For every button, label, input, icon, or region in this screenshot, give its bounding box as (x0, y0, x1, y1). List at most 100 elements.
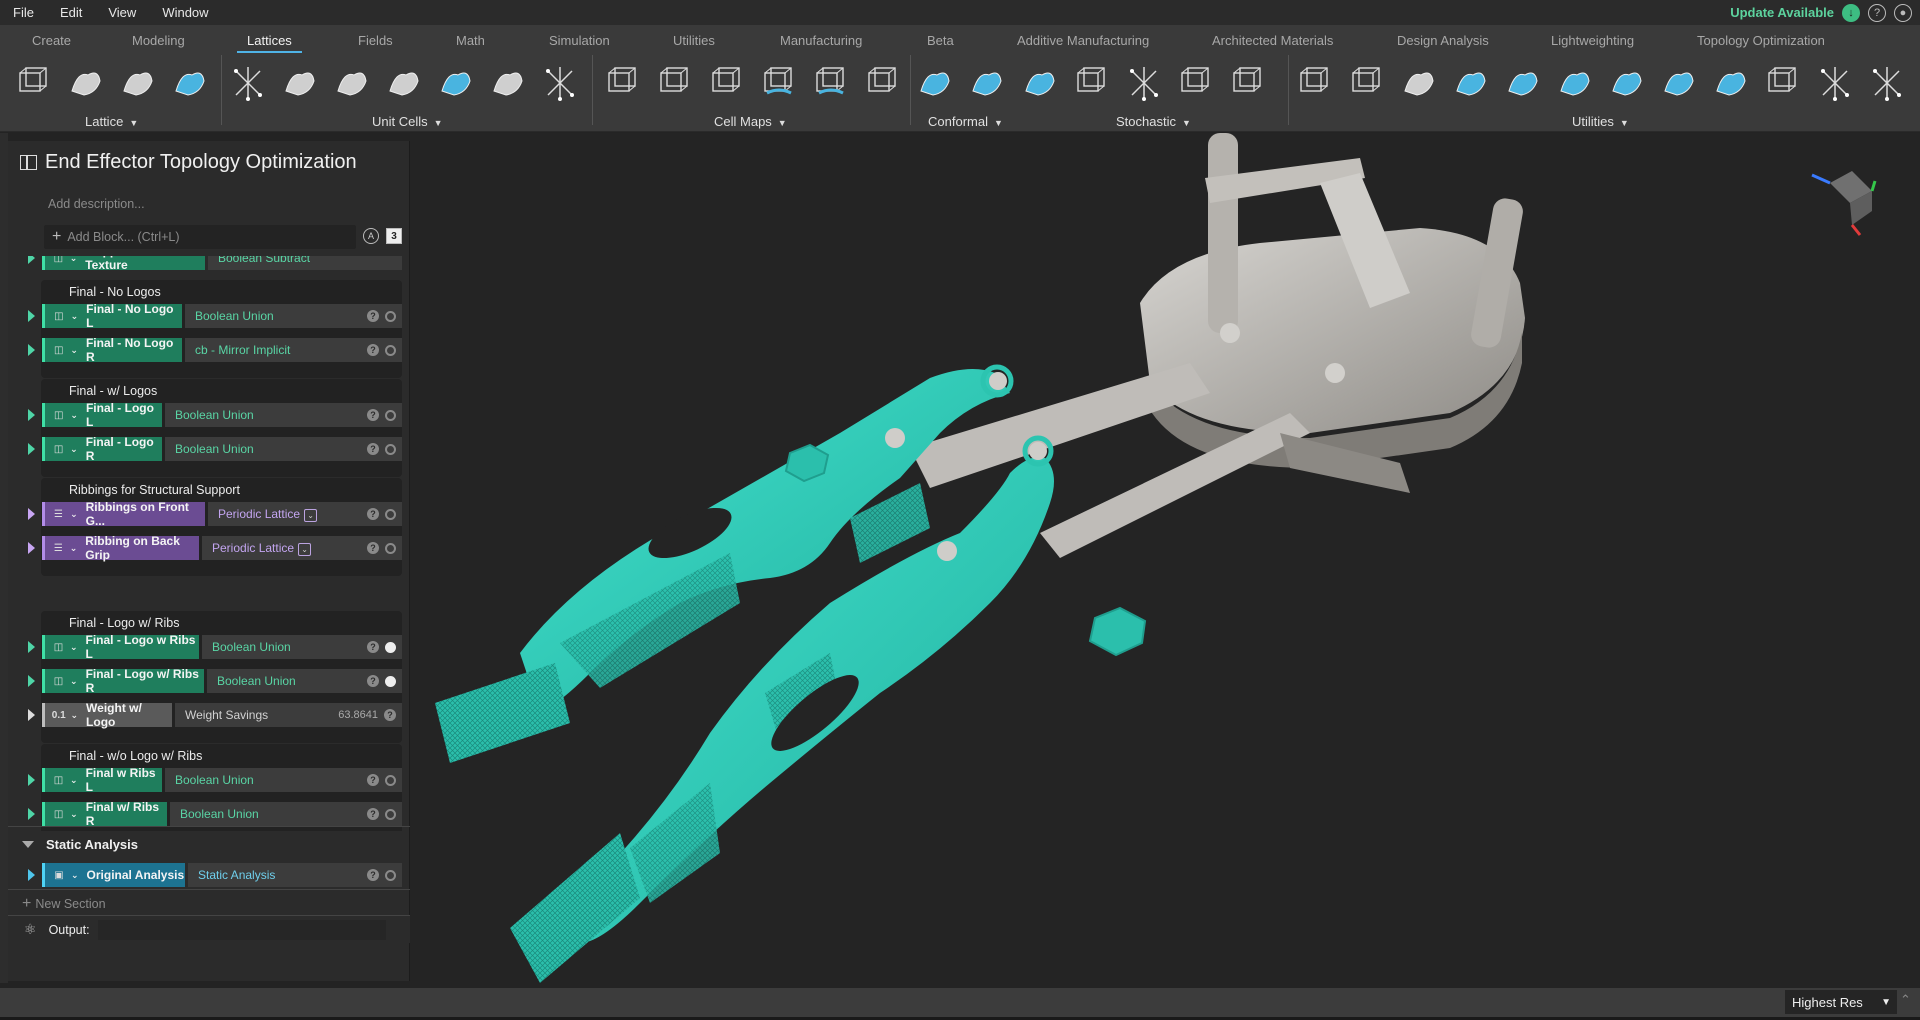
expand-triangle-icon[interactable] (28, 808, 35, 820)
visibility-toggle-icon[interactable] (385, 869, 396, 881)
tpms-cell-1-icon[interactable] (280, 61, 320, 105)
tab-lightweighting[interactable]: Lightweighting (1551, 33, 1634, 48)
block-row[interactable]: ◫ ⌄ Final w Ribs L Boolean Union ? (8, 766, 410, 794)
block-name-chip[interactable]: ◫ ⌄ Final - No Logo R (42, 336, 182, 364)
expand-triangle-icon[interactable] (28, 774, 35, 786)
cell-map-box-icon[interactable] (603, 61, 643, 105)
help-icon[interactable]: ? (367, 508, 379, 520)
block-name-chip[interactable]: ☰ ⌄ Ribbing on Back Grip (42, 534, 199, 562)
block-row[interactable]: ☰ ⌄ Ribbing on Back Grip Periodic Lattic… (8, 534, 410, 562)
chevron-down-icon[interactable]: ⌄ (304, 508, 318, 522)
blocks-count-badge[interactable]: 3 (386, 228, 402, 244)
cell-map-plane-icon[interactable] (863, 61, 903, 105)
import-cell-icon[interactable] (540, 61, 580, 105)
chevron-down-icon[interactable]: ⌄ (70, 676, 78, 687)
help-icon[interactable]: ? (367, 344, 379, 356)
tab-create[interactable]: Create (32, 33, 71, 48)
merge-lattice-icon[interactable] (1451, 61, 1491, 105)
block-name-chip[interactable]: ◫ ⌄ Final - Logo R (42, 435, 162, 463)
resolution-select[interactable]: Highest Res ▼ (1785, 990, 1897, 1014)
voronoi-surface-icon[interactable] (1020, 61, 1060, 105)
block-name-chip[interactable]: ◫ ⌄ Final - No Logo L (42, 302, 182, 330)
help-icon[interactable]: ? (367, 409, 379, 421)
chevron-down-icon[interactable]: ⌄ (70, 775, 78, 786)
lattice-cube-icon[interactable] (14, 61, 54, 105)
hex-tet-icon[interactable] (1228, 61, 1268, 105)
group-title[interactable]: Final - Logo w/ Ribs (69, 616, 179, 630)
block-name-chip[interactable]: ◫ ⌄ Final - Logo L (42, 401, 162, 429)
3d-viewport[interactable] (410, 133, 1920, 988)
help-icon[interactable]: ? (384, 709, 396, 721)
description-field[interactable]: Add description... (48, 197, 145, 211)
help-icon[interactable]: ? (367, 310, 379, 322)
offset-lattice-icon[interactable] (1555, 61, 1595, 105)
expand-triangle-icon[interactable] (28, 508, 35, 520)
cell-map-surface-icon[interactable] (759, 61, 799, 105)
view-cube[interactable] (1811, 171, 1877, 236)
tab-lattices[interactable]: Lattices (237, 33, 302, 53)
group-label-lattice[interactable]: Lattice ▼ (85, 114, 138, 129)
expand-triangle-icon[interactable] (28, 869, 35, 881)
block-row-partial[interactable]: ◫ ⌄ Gripper - Inner Texture Boolean Subtra… (8, 256, 410, 272)
menu-edit[interactable]: Edit (47, 5, 95, 20)
visibility-toggle-icon[interactable] (385, 774, 396, 786)
tab-design-analysis[interactable]: Design Analysis (1397, 33, 1489, 48)
delaunay-icon[interactable] (1176, 61, 1216, 105)
block-name-chip[interactable]: ◫ ⌄ Final - Logo w/ Ribs R (42, 667, 204, 695)
tab-manufacturing[interactable]: Manufacturing (780, 33, 862, 48)
chevron-up-icon[interactable]: ⌃ (1900, 992, 1911, 1008)
visibility-toggle-icon[interactable] (385, 808, 396, 820)
filter-angle-icon[interactable] (1867, 61, 1907, 105)
visibility-toggle-icon[interactable] (385, 675, 396, 687)
group-label-cell-maps[interactable]: Cell Maps ▼ (714, 114, 787, 129)
boundary-box-icon[interactable] (1763, 61, 1803, 105)
help-icon[interactable]: ? (367, 443, 379, 455)
tab-fields[interactable]: Fields (358, 33, 393, 48)
chevron-down-icon[interactable]: ⌄ (70, 509, 78, 520)
group-label-unit-cells[interactable]: Unit Cells ▼ (372, 114, 443, 129)
help-icon[interactable]: ? (367, 675, 379, 687)
block-row[interactable]: ◫ ⌄ Final - Logo w Ribs L Boolean Union … (8, 633, 410, 661)
expand-triangle-icon[interactable] (28, 641, 35, 653)
filter-length-icon[interactable] (1815, 61, 1855, 105)
rotate-cell-icon[interactable] (436, 61, 476, 105)
conformal-surface-icon[interactable] (915, 61, 955, 105)
chevron-down-icon[interactable]: ⌄ (70, 444, 78, 455)
help-icon[interactable]: ? (367, 641, 379, 653)
tab-architected-materials[interactable]: Architected Materials (1212, 33, 1333, 48)
attach-beams-icon[interactable] (1711, 61, 1751, 105)
block-row[interactable]: ▣ ⌄ Original Analysis Static Analysis ? (8, 863, 410, 887)
menu-view[interactable]: View (95, 5, 149, 20)
expand-triangle-icon[interactable] (28, 542, 35, 554)
shell-surface-icon[interactable] (1503, 61, 1543, 105)
menu-file[interactable]: File (0, 5, 47, 20)
chevron-down-icon[interactable]: ⌄ (70, 543, 78, 554)
download-icon[interactable]: ↓ (1842, 3, 1860, 22)
tab-math[interactable]: Math (456, 33, 485, 48)
visibility-toggle-icon[interactable] (385, 641, 396, 653)
visibility-toggle-icon[interactable] (385, 344, 396, 356)
expand-triangle-icon[interactable] (28, 409, 35, 421)
expand-triangle-icon[interactable] (28, 709, 35, 721)
lattice-sphere-icon[interactable] (118, 61, 158, 105)
block-name-chip[interactable]: ◫ ⌄ Final - Logo w Ribs L (42, 633, 199, 661)
block-name-chip[interactable]: ▣ ⌄ Original Analysis (42, 863, 185, 887)
tab-utilities[interactable]: Utilities (673, 33, 715, 48)
visibility-toggle-icon[interactable] (385, 508, 396, 520)
block-name-chip[interactable]: ◫ ⌄ Gripper - Inner Texture (42, 256, 205, 272)
group-label-conformal[interactable]: Conformal ▼ (928, 114, 1003, 129)
block-row[interactable]: ◫ ⌄ Final w/ Ribs R Boolean Union ? (8, 800, 410, 828)
expand-triangle-icon[interactable] (28, 310, 35, 322)
user-account-icon[interactable]: ● (1894, 3, 1912, 22)
help-icon[interactable]: ? (367, 542, 379, 554)
block-row[interactable]: ◫ ⌄ Final - Logo w/ Ribs R Boolean Union… (8, 667, 410, 695)
block-row[interactable]: ◫ ⌄ Final - No Logo L Boolean Union ? (8, 302, 410, 330)
group-title[interactable]: Ribbings for Structural Support (69, 483, 240, 497)
chevron-down-icon[interactable]: ⌄ (298, 542, 312, 556)
block-row[interactable]: ☰ ⌄ Ribbings on Front G... Periodic Latt… (8, 500, 410, 528)
visibility-toggle-icon[interactable] (385, 443, 396, 455)
collapse-triangle-icon[interactable] (22, 841, 34, 848)
graph-network-icon[interactable] (1124, 61, 1164, 105)
sidebar-toggle-icon[interactable] (20, 155, 37, 170)
new-section-button[interactable]: + New Section (22, 895, 106, 913)
